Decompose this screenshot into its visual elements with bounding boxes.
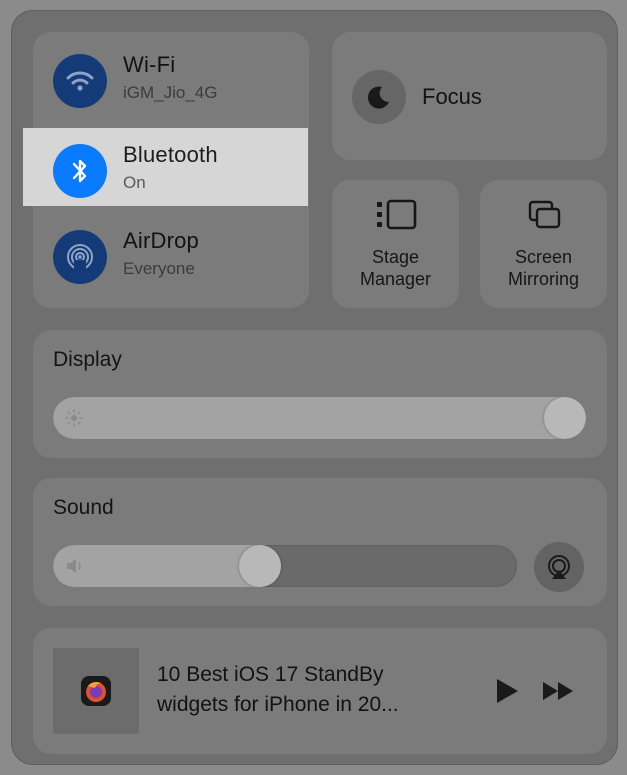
airplay-audio-button[interactable] (534, 542, 584, 592)
airdrop-row[interactable]: AirDrop Everyone (33, 214, 309, 292)
media-artwork[interactable] (53, 648, 139, 734)
stage-manager-icon (376, 199, 416, 230)
fast-forward-icon[interactable] (541, 678, 577, 704)
wifi-toggle[interactable] (53, 54, 107, 108)
sound-title: Sound (53, 496, 114, 519)
focus-tile[interactable]: Focus (332, 32, 607, 160)
bluetooth-status: On (123, 173, 146, 192)
screen-mirroring-button[interactable]: Screen Mirroring (480, 180, 607, 308)
now-playing-tile: 10 Best iOS 17 StandBy widgets for iPhon… (33, 628, 607, 754)
now-playing-title[interactable]: 10 Best iOS 17 StandBy widgets for iPhon… (157, 660, 477, 720)
focus-label: Focus (422, 84, 482, 109)
stage-manager-label-line2: Manager (359, 269, 432, 289)
now-playing-title-line1: 10 Best iOS 17 StandBy (157, 663, 384, 686)
volume-slider-knob[interactable] (238, 545, 281, 587)
network-tile: Wi-Fi iGM_Jio_4G Bluetooth On AirDrop Ev… (23, 32, 309, 308)
firefox-icon (81, 676, 111, 706)
screen-mirroring-icon (528, 200, 560, 229)
bluetooth-icon (72, 159, 87, 183)
wifi-network-name: iGM_Jio_4G (123, 83, 218, 102)
bluetooth-title: Bluetooth (123, 142, 218, 167)
airdrop-title: AirDrop (123, 228, 199, 253)
stage-manager-label-line1: Stage (371, 247, 420, 267)
play-icon[interactable] (493, 676, 521, 706)
airdrop-toggle[interactable] (53, 230, 107, 284)
bluetooth-row[interactable]: Bluetooth On (23, 128, 308, 206)
bluetooth-toggle[interactable] (53, 144, 107, 198)
stage-manager-label: Stage Manager (332, 246, 459, 290)
sun-icon (65, 409, 83, 427)
brightness-slider-fill (53, 397, 586, 439)
airdrop-visibility: Everyone (123, 259, 195, 278)
screen-mirroring-label-line2: Mirroring (507, 269, 579, 289)
airplay-audio-icon (548, 555, 570, 579)
volume-slider[interactable] (53, 545, 517, 587)
control-center-panel: Wi-Fi iGM_Jio_4G Bluetooth On AirDrop Ev… (11, 10, 618, 765)
wifi-icon (66, 71, 94, 91)
display-title: Display (53, 348, 122, 371)
screen-mirroring-label: Screen Mirroring (480, 246, 607, 290)
screen-mirroring-label-line1: Screen (514, 247, 573, 267)
stage-manager-button[interactable]: Stage Manager (332, 180, 459, 308)
focus-button[interactable] (352, 70, 406, 124)
moon-icon (367, 86, 389, 109)
airdrop-icon (67, 244, 93, 272)
wifi-title: Wi-Fi (123, 52, 176, 77)
speaker-icon (67, 559, 81, 573)
display-tile: Display (33, 330, 607, 458)
brightness-slider-knob[interactable] (544, 397, 586, 439)
now-playing-title-line2: widgets for iPhone in 20... (157, 693, 399, 716)
wifi-row[interactable]: Wi-Fi iGM_Jio_4G (33, 38, 309, 116)
brightness-slider[interactable] (53, 397, 586, 439)
sound-tile: Sound (33, 478, 607, 606)
